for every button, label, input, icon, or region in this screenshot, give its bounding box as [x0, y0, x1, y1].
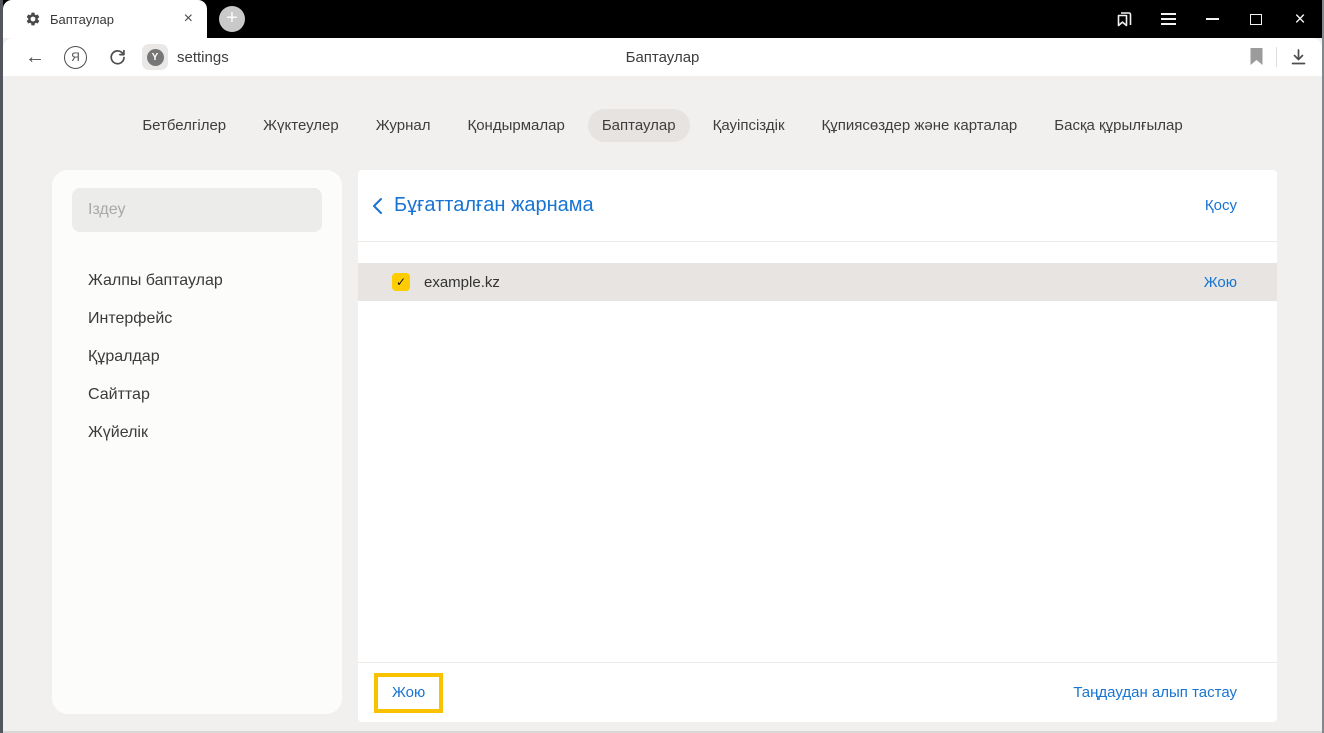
tab-close-icon[interactable]: ×: [180, 11, 197, 27]
panel-header: Бұғатталған жарнама Қосу: [358, 170, 1277, 241]
sidebar-item-tools[interactable]: Құралдар: [52, 338, 342, 376]
maximize-icon: [1250, 13, 1262, 25]
sidebar-search[interactable]: [72, 188, 322, 232]
minimize-button[interactable]: [1190, 0, 1234, 38]
plus-icon: +: [226, 7, 238, 29]
tab-title: Баптаулар: [50, 11, 114, 27]
browser-window: Баптаулар × + × ← Я Y settings Баптаулар…: [0, 0, 1324, 733]
toolbar-right-actions: [1249, 42, 1308, 72]
search-input[interactable]: [72, 201, 322, 219]
download-icon: [1291, 48, 1306, 64]
window-controls: ×: [1102, 0, 1322, 38]
browser-menu-button[interactable]: [1146, 0, 1190, 38]
browser-toolbar: ← Я Y settings Баптаулар: [3, 38, 1322, 76]
new-tab-button[interactable]: +: [219, 6, 245, 32]
tab-extensions[interactable]: Қондырмалар: [453, 109, 578, 142]
deselect-all-button[interactable]: Таңдаудан алып тастау: [1073, 684, 1237, 701]
blocked-site-row[interactable]: ✓ example.kz Жою: [358, 263, 1277, 301]
tab-other-devices[interactable]: Басқа құрылғылар: [1040, 109, 1196, 142]
tab-bookmarks[interactable]: Бетбелгілер: [128, 109, 240, 142]
header-divider: [358, 241, 1277, 242]
row-checkbox[interactable]: ✓: [392, 273, 410, 291]
row-domain: example.kz: [424, 273, 500, 291]
panel-footer: Жою Таңдаудан алып тастау: [358, 663, 1277, 722]
protect-icon: Y: [146, 48, 164, 66]
window-edge-left: [0, 0, 3, 733]
back-chevron-icon[interactable]: [371, 197, 383, 215]
check-icon: ✓: [395, 275, 407, 289]
reload-button[interactable]: [105, 42, 129, 72]
settings-sidebar: Жалпы баптаулар Интерфейс Құралдар Сайтт…: [52, 170, 342, 714]
hamburger-icon: [1160, 13, 1176, 25]
yandex-logo[interactable]: Я: [64, 45, 87, 69]
tab-history[interactable]: Журнал: [362, 109, 445, 142]
tab-strip: Баптаулар × + ×: [0, 0, 1324, 38]
tab-downloads[interactable]: Жүктеулер: [249, 109, 353, 142]
add-button[interactable]: Қосу: [1205, 197, 1237, 214]
address-bar-url[interactable]: settings: [177, 49, 229, 66]
bookmarks-panel-button[interactable]: [1102, 0, 1146, 38]
delete-selected-button[interactable]: Жою: [392, 684, 425, 701]
active-browser-tab[interactable]: Баптаулар ×: [3, 0, 207, 38]
tab-security[interactable]: Қауіпсіздік: [699, 109, 799, 142]
downloads-button[interactable]: [1289, 42, 1308, 72]
sidebar-item-general[interactable]: Жалпы баптаулар: [52, 262, 342, 300]
bookmark-flag-icon: [1250, 48, 1263, 65]
row-delete-button[interactable]: Жою: [1204, 274, 1237, 291]
close-icon: ×: [1294, 8, 1306, 30]
blocked-ads-panel: Бұғатталған жарнама Қосу ✓ example.kz Жо…: [358, 170, 1277, 722]
tab-passwords-cards[interactable]: Құпиясөздер және карталар: [808, 109, 1032, 142]
bookmark-button[interactable]: [1249, 42, 1264, 72]
minimize-icon: [1205, 18, 1219, 20]
panel-title[interactable]: Бұғатталған жарнама: [394, 194, 594, 217]
reload-icon: [109, 49, 125, 65]
empty-list-area: [358, 301, 1277, 662]
settings-nav-tabs: Бетбелгілер Жүктеулер Журнал Қондырмалар…: [3, 109, 1322, 142]
action-highlight-box: Жою: [374, 672, 444, 713]
gear-icon: [26, 12, 40, 26]
close-window-button[interactable]: ×: [1278, 0, 1322, 38]
toolbar-divider: [1276, 47, 1277, 67]
protect-badge[interactable]: Y: [142, 44, 168, 70]
sidebar-item-sites[interactable]: Сайттар: [52, 376, 342, 414]
sidebar-item-interface[interactable]: Интерфейс: [52, 300, 342, 338]
maximize-button[interactable]: [1234, 0, 1278, 38]
bookmarks-panel-icon: [1117, 12, 1132, 27]
tab-settings[interactable]: Баптаулар: [587, 109, 690, 142]
sidebar-menu: Жалпы баптаулар Интерфейс Құралдар Сайтт…: [52, 262, 342, 452]
back-button[interactable]: ←: [21, 42, 49, 72]
sidebar-item-system[interactable]: Жүйелік: [52, 414, 342, 452]
